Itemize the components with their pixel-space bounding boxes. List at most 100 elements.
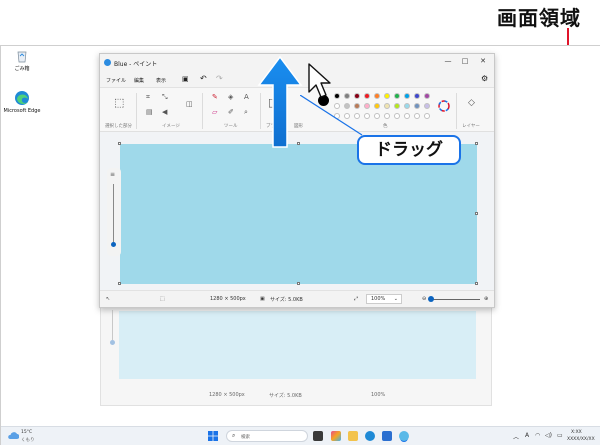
color-swatch[interactable] xyxy=(414,103,420,109)
tray-chevron-up-icon[interactable]: ︿ xyxy=(513,432,519,441)
empty-color-swatch[interactable] xyxy=(384,113,390,119)
zoom-out-icon[interactable]: ⊖ xyxy=(422,296,426,302)
empty-color-swatch[interactable] xyxy=(414,113,420,119)
ribbon-group-layers: レイヤー xyxy=(462,124,480,129)
menu-view[interactable]: 表示 xyxy=(156,77,166,84)
undo-icon[interactable]: ↶ xyxy=(200,74,207,83)
volume-icon[interactable]: ◁) xyxy=(545,432,552,439)
color-swatch[interactable] xyxy=(384,93,390,99)
color-swatch[interactable] xyxy=(424,103,430,109)
file-explorer-icon[interactable] xyxy=(348,431,358,441)
status-bar: ↖ ⬚ 1280 × 500px ▣ サイズ: 5.0KB ⤢ 100% ⌄ ⊖… xyxy=(100,290,494,307)
color-swatch[interactable] xyxy=(394,93,400,99)
text-icon[interactable]: A xyxy=(244,93,249,101)
ghost-slider-track xyxy=(112,310,113,340)
paint-taskbar-icon[interactable] xyxy=(399,431,409,441)
resize-handle[interactable] xyxy=(297,282,300,285)
task-view-icon[interactable] xyxy=(313,431,323,441)
selection-size-icon: ⬚ xyxy=(160,296,165,302)
menu-edit[interactable]: 編集 xyxy=(134,77,144,84)
store-icon[interactable] xyxy=(382,431,392,441)
clock-time[interactable]: X:XX xyxy=(571,430,582,435)
color-swatch[interactable] xyxy=(404,103,410,109)
drag-callout: ドラッグ xyxy=(357,135,461,165)
selection-icon[interactable]: ⬚ xyxy=(114,96,124,109)
image-select-icon[interactable]: ◫ xyxy=(186,100,193,108)
color-picker-icon[interactable]: ✐ xyxy=(228,108,234,116)
empty-color-swatch[interactable] xyxy=(394,113,400,119)
battery-icon[interactable]: ▭ xyxy=(557,432,563,439)
ghost-zoom: 100% xyxy=(371,392,386,398)
ghost-slider-knob xyxy=(110,340,115,345)
weather-desc[interactable]: くもり xyxy=(21,437,35,443)
ghost-slider xyxy=(110,310,116,350)
settings-gear-icon[interactable]: ⚙ xyxy=(481,74,488,83)
edit-colors-icon[interactable] xyxy=(438,100,450,112)
layers-icon[interactable]: ◇ xyxy=(468,98,475,108)
slider-knob[interactable] xyxy=(111,242,116,247)
menu-file[interactable]: ファイル xyxy=(106,77,126,84)
weather-cloud-icon[interactable] xyxy=(7,431,19,440)
desktop-icon-recycle-bin[interactable]: ごみ箱 xyxy=(2,49,42,72)
zoom-in-icon[interactable]: ⊕ xyxy=(484,296,488,302)
slider-track[interactable] xyxy=(113,184,114,242)
paint-app-icon xyxy=(104,59,111,66)
fit-to-window-icon[interactable]: ⤢ xyxy=(354,296,358,302)
desktop-icon-edge[interactable]: Microsoft Edge xyxy=(2,90,42,114)
fill-icon[interactable]: ◈ xyxy=(228,93,233,101)
color-swatch[interactable] xyxy=(384,103,390,109)
crop-icon[interactable]: ⌗ xyxy=(146,93,150,102)
drag-up-arrow-icon xyxy=(257,55,303,148)
wifi-icon[interactable]: ◠ xyxy=(535,432,540,439)
resize-handle[interactable] xyxy=(475,212,478,215)
resize-handle[interactable] xyxy=(118,142,121,145)
ghost-dimensions: 1280 × 500px xyxy=(209,392,245,398)
resize-handle[interactable] xyxy=(475,282,478,285)
file-size: サイズ: 5.0KB xyxy=(270,297,303,303)
copilot-icon[interactable] xyxy=(331,431,341,441)
ribbon-group-selection: 選択した部分 xyxy=(105,124,132,129)
color-swatch[interactable] xyxy=(394,103,400,109)
weather-temp[interactable]: 15°C xyxy=(21,430,32,435)
empty-color-swatch[interactable] xyxy=(404,113,410,119)
cursor-position-icon: ↖ xyxy=(106,296,111,302)
ribbon-group-colors: 色 xyxy=(383,124,388,129)
resize-icon[interactable]: ⤡ xyxy=(162,93,168,102)
annotated-screenshot: 画面領域 ごみ箱 Microsoft Edge 1280 × 500px サイズ… xyxy=(0,0,600,445)
color-swatch[interactable] xyxy=(404,93,410,99)
minimize-button[interactable]: — xyxy=(442,57,454,65)
taskbar: 15°C くもり ⌕ 検索 ︿ A ◠ ◁) ▭ X:XX XXXX/XX/XX xyxy=(1,426,600,445)
zoom-slider-track[interactable] xyxy=(430,299,480,300)
zoom-select[interactable]: 100% ⌄ xyxy=(366,294,402,304)
magnifier-icon[interactable]: ⌕ xyxy=(244,108,248,117)
language-indicator[interactable]: A xyxy=(525,432,529,439)
save-icon[interactable]: ▣ xyxy=(182,75,189,83)
color-swatch[interactable] xyxy=(424,93,430,99)
clock-date[interactable]: XXXX/XX/XX xyxy=(567,437,595,442)
taskbar-search-box[interactable]: ⌕ 検索 xyxy=(226,430,308,442)
ghost-file-size: サイズ: 5.0KB xyxy=(269,393,302,399)
pencil-icon[interactable]: ✎ xyxy=(212,93,218,101)
rotate-icon[interactable]: ◀ xyxy=(162,108,167,116)
ribbon-separator xyxy=(136,93,137,129)
eraser-icon[interactable]: ▱ xyxy=(212,108,217,116)
windows-start-icon[interactable] xyxy=(208,431,218,441)
brush-size-slider[interactable]: ≡ xyxy=(107,168,121,256)
resize-handle[interactable] xyxy=(475,142,478,145)
close-button[interactable]: ✕ xyxy=(477,57,489,65)
paint-canvas[interactable] xyxy=(120,144,477,284)
search-placeholder: 検索 xyxy=(241,435,250,440)
zoom-slider-knob[interactable] xyxy=(428,296,434,302)
empty-color-swatch[interactable] xyxy=(424,113,430,119)
ribbon-group-tools: ツール xyxy=(224,124,238,129)
image-icon[interactable]: ▤ xyxy=(146,108,153,116)
maximize-button[interactable]: □ xyxy=(459,57,471,65)
edge-taskbar-icon[interactable] xyxy=(365,431,375,441)
redo-icon[interactable]: ↷ xyxy=(216,74,223,83)
mouse-pointer-icon xyxy=(308,63,331,98)
color-swatch[interactable] xyxy=(414,93,420,99)
resize-handle[interactable] xyxy=(118,282,121,285)
ghost-paint-window: 1280 × 500px サイズ: 5.0KB 100% xyxy=(100,300,492,406)
search-icon: ⌕ xyxy=(232,432,236,439)
file-size-icon: ▣ xyxy=(260,296,265,302)
